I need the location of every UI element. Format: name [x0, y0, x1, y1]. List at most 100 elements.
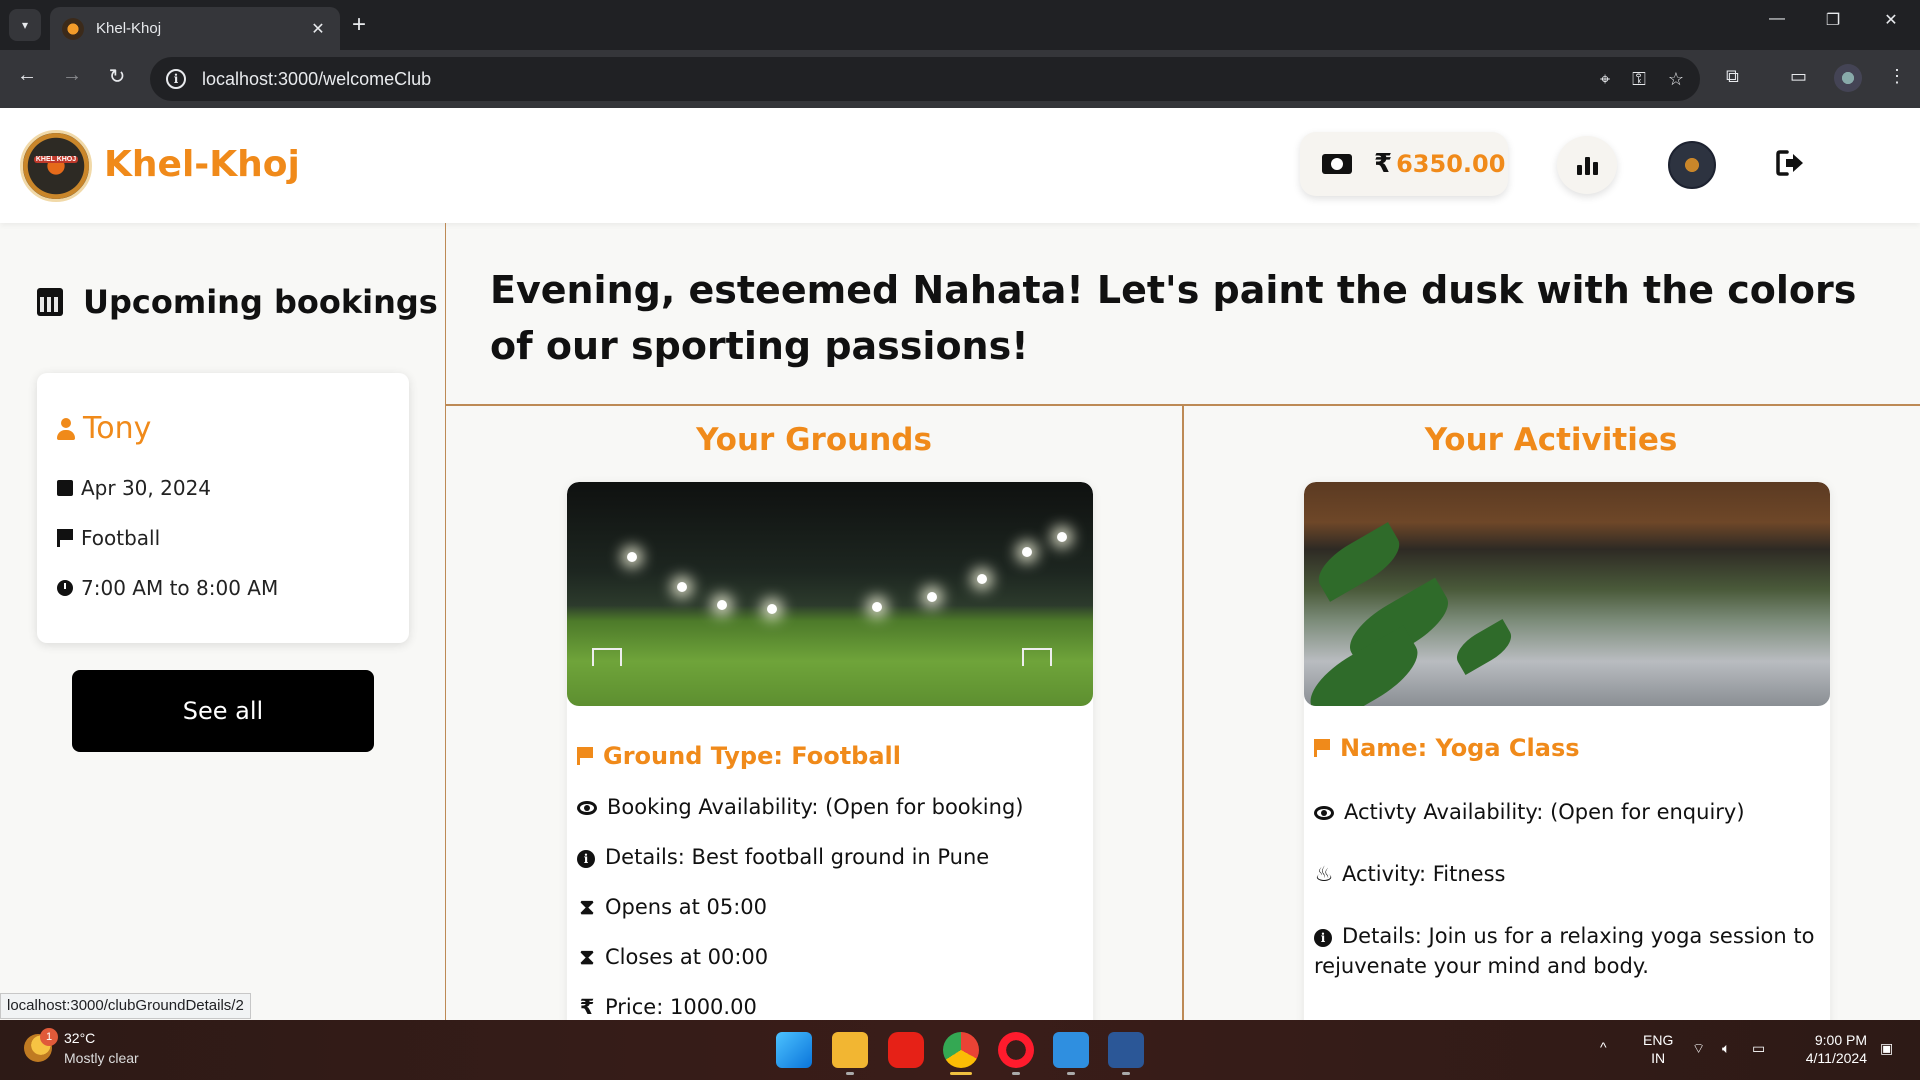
wallet-balance[interactable]: ₹ 6350.00 [1300, 132, 1508, 196]
ground-details-text: Details: Best football ground in Pune [605, 845, 990, 869]
tab-close-icon[interactable]: ✕ [308, 19, 328, 39]
restore-icon[interactable]: ❐ [1818, 10, 1848, 30]
grounds-section-title: Your Grounds [696, 422, 932, 458]
stats-button[interactable] [1557, 136, 1617, 194]
flag-icon [1314, 739, 1330, 757]
floodlight [767, 604, 777, 614]
floodlight [927, 592, 937, 602]
greeting-message: Evening, esteemed Nahata! Let's paint th… [490, 268, 1857, 368]
ground-price-text: Price: 1000.00 [605, 995, 757, 1019]
vscode-icon[interactable] [1053, 1032, 1089, 1068]
app-running-indicator [846, 1072, 854, 1075]
floodlight [977, 574, 987, 584]
reload-icon[interactable]: ↻ [102, 64, 132, 89]
clock-icon [57, 580, 73, 596]
weather-temperature[interactable]: 32°C [64, 1030, 95, 1046]
app-header: KHEL KHOJ Khel-Khoj ₹ 6350.00 [0, 108, 1920, 223]
activity-type: ♨ Activity: Fitness [1314, 859, 1824, 889]
address-bar[interactable]: i localhost:3000/welcomeClub ⌖ ⚿ ☆ [150, 57, 1700, 101]
location-icon[interactable]: ⌖ [1600, 69, 1610, 90]
upcoming-bookings-panel: Upcoming bookings Tony Apr 30, 2024 Foot… [0, 223, 446, 1020]
brand-name[interactable]: Khel-Khoj [104, 144, 300, 185]
activity-card[interactable]: Name: Yoga Class Activty Availability: (… [1304, 482, 1830, 1042]
logo-badge-text: KHEL KHOJ [34, 156, 78, 163]
window-close-icon[interactable]: ✕ [1876, 10, 1906, 30]
rupee-icon: ₹ [579, 995, 595, 1019]
weather-description[interactable]: Mostly clear [64, 1050, 139, 1066]
password-key-icon[interactable]: ⚿ [1632, 69, 1646, 90]
booking-card[interactable]: Tony Apr 30, 2024 Football 7:00 AM to 8:… [37, 373, 409, 643]
goal-post [592, 648, 622, 666]
ground-closes-text: Closes at 00:00 [605, 945, 769, 969]
windows-taskbar: 1 32°C Mostly clear ^ ENG IN ⌔ 🔈︎ ▭ 9:00… [0, 1020, 1920, 1080]
battery-icon[interactable]: ▭ [1752, 1039, 1765, 1057]
goal-post [1022, 648, 1052, 666]
file-explorer-icon[interactable] [832, 1032, 868, 1068]
notifications-icon[interactable]: ▣ [1880, 1039, 1893, 1057]
activity-availability: Activty Availability: (Open for enquiry) [1314, 797, 1824, 827]
floodlight [1057, 532, 1067, 542]
app-running-indicator [1012, 1072, 1020, 1075]
profile-avatar[interactable] [1834, 64, 1862, 92]
clock[interactable]: 9:00 PM 4/11/2024 [1795, 1031, 1867, 1067]
money-icon [1322, 154, 1352, 174]
upcoming-bookings-title: Upcoming bookings [83, 283, 438, 321]
ground-availability-text: Booking Availability: (Open for booking) [607, 795, 1024, 819]
floodlight [677, 582, 687, 592]
app-running-indicator [1067, 1072, 1075, 1075]
brand-logo[interactable] [20, 130, 92, 202]
ground-image[interactable] [567, 482, 1093, 706]
cast-icon[interactable]: ▭ [1790, 66, 1807, 87]
floodlight [717, 600, 727, 610]
ground-card[interactable]: Ground Type: Football Booking Availabili… [567, 482, 1093, 1042]
ground-type-title: Ground Type: Football [577, 742, 901, 770]
start-windows-icon[interactable] [776, 1032, 812, 1068]
new-tab-icon[interactable]: + [352, 12, 366, 38]
tab-favicon-icon [62, 17, 84, 40]
ground-type: Ground Type: Football [603, 742, 902, 770]
volume-icon[interactable]: 🔈︎ [1722, 1039, 1730, 1057]
activity-availability-text: Activty Availability: (Open for enquiry) [1344, 800, 1745, 824]
tab-search-icon[interactable]: ▾ [9, 9, 41, 41]
activity-image[interactable] [1304, 482, 1830, 706]
see-all-button[interactable]: See all [72, 670, 374, 752]
flag-icon [577, 747, 593, 765]
ground-closes: ⧗ Closes at 00:00 [577, 942, 1087, 972]
forward-icon[interactable]: → [57, 64, 87, 87]
clock-time: 9:00 PM [1814, 1032, 1867, 1048]
upcoming-bookings-heading: Upcoming bookings [37, 283, 438, 321]
plant-leaf [1450, 619, 1518, 675]
word-icon[interactable] [1108, 1032, 1144, 1068]
bar-chart-icon-bar [1592, 162, 1598, 175]
floodlight [872, 602, 882, 612]
extensions-icon[interactable]: ⧉ [1726, 66, 1739, 87]
youtube-icon[interactable] [888, 1032, 924, 1068]
tray-chevron-icon[interactable]: ^ [1600, 1038, 1607, 1056]
logout-icon[interactable] [1775, 149, 1805, 177]
browser-tab[interactable]: Khel-Khoj ✕ [50, 7, 340, 50]
bookmark-star-icon[interactable]: ☆ [1668, 69, 1684, 90]
floodlight [627, 552, 637, 562]
menu-kebab-icon[interactable]: ⋮ [1888, 66, 1906, 87]
booking-sport: Football [81, 526, 161, 550]
url-text[interactable]: localhost:3000/welcomeClub [202, 69, 1578, 90]
club-avatar[interactable] [1668, 141, 1716, 189]
site-info-icon[interactable]: i [166, 69, 186, 89]
chrome-icon[interactable] [943, 1032, 979, 1068]
user-icon [57, 417, 75, 440]
language-indicator[interactable]: ENG IN [1643, 1031, 1673, 1067]
opera-icon[interactable] [998, 1032, 1034, 1068]
flag-icon [57, 529, 73, 547]
wifi-icon[interactable]: ⌔ [1692, 1039, 1705, 1057]
rupee-icon: ₹ [1374, 149, 1393, 179]
minimize-icon[interactable]: — [1762, 10, 1792, 28]
language-code: ENG [1643, 1032, 1674, 1048]
plant-leaf [1310, 522, 1408, 602]
back-icon[interactable]: ← [12, 64, 42, 87]
app-active-indicator [950, 1072, 972, 1075]
browser-tab-bar: ▾ Khel-Khoj ✕ + — ❐ ✕ [0, 0, 1920, 50]
clock-date: 4/11/2024 [1805, 1050, 1867, 1066]
hourglass-icon: ⧗ [579, 945, 595, 969]
app-running-indicator [1122, 1072, 1130, 1075]
balance-amount: 6350.00 [1396, 150, 1506, 178]
